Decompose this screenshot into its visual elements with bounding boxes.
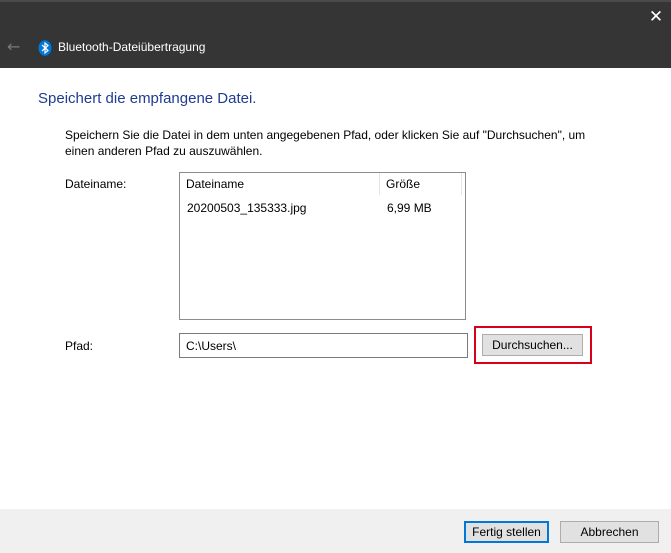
column-header-filename[interactable]: Dateiname <box>180 173 380 195</box>
button-bar: Fertig stellen Abbrechen <box>0 509 671 553</box>
bluetooth-icon <box>38 40 52 56</box>
page-heading: Speichert die empfangene Datei. <box>38 90 257 107</box>
file-list[interactable]: Dateiname Größe 20200503_135333.jpg 6,99… <box>179 172 466 320</box>
window-title: Bluetooth-Dateiübertragung <box>58 40 206 54</box>
list-item[interactable]: 20200503_135333.jpg 6,99 MB <box>180 199 465 217</box>
column-header-size[interactable]: Größe <box>380 173 462 195</box>
instruction-text: Speichern Sie die Datei in dem unten ang… <box>65 128 586 158</box>
cancel-button[interactable]: Abbrechen <box>560 521 659 543</box>
file-name: 20200503_135333.jpg <box>187 201 307 215</box>
path-input[interactable] <box>179 333 468 358</box>
browse-button[interactable]: Durchsuchen... <box>482 334 583 356</box>
top-border <box>0 0 671 2</box>
finish-button[interactable]: Fertig stellen <box>464 521 549 543</box>
filename-label: Dateiname: <box>65 177 127 191</box>
title-bar: ✕ ← Bluetooth-Dateiübertragung <box>0 0 671 68</box>
file-size: 6,99 MB <box>387 201 432 215</box>
path-label: Pfad: <box>65 339 94 353</box>
back-arrow-icon[interactable]: ← <box>7 38 25 56</box>
close-icon[interactable]: ✕ <box>641 4 671 30</box>
main-content: Speichert die empfangene Datei. Speicher… <box>0 68 671 509</box>
